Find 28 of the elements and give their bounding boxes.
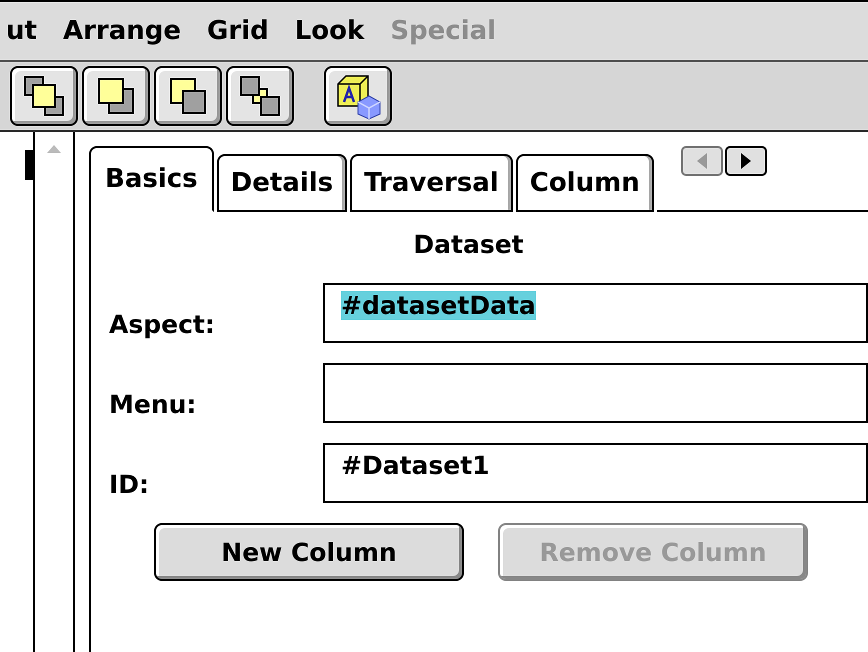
input-field[interactable]: #Dataset1	[323, 443, 868, 503]
menu-item[interactable]: Grid	[207, 16, 269, 46]
arrange-button[interactable]	[226, 66, 294, 126]
input-field[interactable]	[323, 363, 868, 423]
tab-scroll-button[interactable]	[724, 146, 767, 176]
field-label: ID:	[109, 470, 150, 501]
section-title: Dataset	[412, 230, 525, 259]
menu-item[interactable]: ut	[6, 16, 37, 46]
tab[interactable]: Traversal	[350, 154, 513, 212]
layers-icon	[239, 75, 281, 117]
field-label: Menu:	[109, 390, 198, 421]
right-arrow-icon	[740, 152, 752, 170]
bring-to-front-icon	[23, 75, 65, 117]
arrange-button[interactable]	[10, 66, 78, 126]
left-arrow-icon	[696, 152, 708, 170]
input-field[interactable]: #datasetData	[323, 283, 868, 343]
menu-item[interactable]: Arrange	[62, 16, 182, 46]
field-label: Aspect:	[109, 310, 216, 341]
send-to-back-icon	[95, 75, 137, 117]
arrange-button[interactable]	[82, 66, 150, 126]
tab[interactable]: Details	[216, 154, 348, 212]
menu-item[interactable]: Look	[294, 16, 364, 46]
tab[interactable]: Basics	[89, 146, 214, 212]
layers-icon	[167, 75, 209, 117]
push-button[interactable]: New Column	[154, 523, 464, 581]
object-tool-button[interactable]	[324, 66, 392, 126]
arrange-button[interactable]	[154, 66, 222, 126]
tab[interactable]: Column	[516, 154, 654, 212]
